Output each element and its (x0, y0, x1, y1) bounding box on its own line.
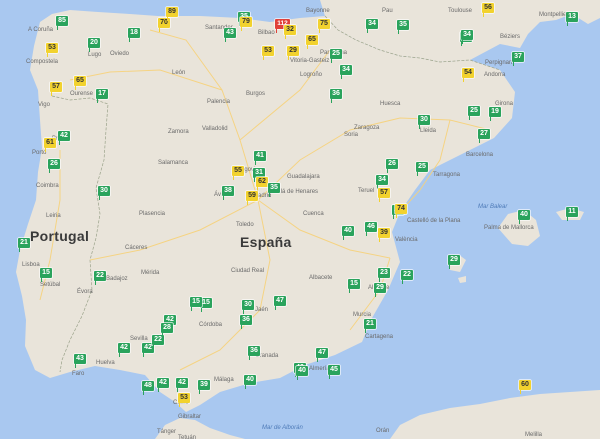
air-quality-marker[interactable]: 22 (94, 271, 106, 285)
air-quality-marker[interactable]: 35 (268, 183, 280, 197)
air-quality-marker[interactable]: 57 (50, 82, 62, 96)
air-quality-marker[interactable]: 18 (128, 28, 140, 42)
air-quality-marker[interactable]: 21 (364, 319, 376, 333)
air-quality-marker[interactable]: 19 (489, 107, 501, 121)
air-quality-marker[interactable]: 42 (118, 343, 130, 357)
air-quality-marker[interactable]: 75 (318, 19, 330, 33)
air-quality-marker[interactable]: 79 (240, 17, 252, 31)
air-quality-marker[interactable]: 34 (340, 65, 352, 79)
air-quality-marker[interactable]: 38 (222, 186, 234, 200)
air-quality-marker[interactable]: 40 (244, 375, 256, 389)
air-quality-marker[interactable]: 23 (378, 268, 390, 282)
air-quality-marker[interactable]: 45 (328, 365, 340, 379)
air-quality-marker[interactable]: 89 (166, 7, 178, 21)
air-quality-marker[interactable]: 26 (48, 159, 60, 173)
air-quality-marker[interactable]: 53 (178, 393, 190, 407)
air-quality-marker[interactable]: 26 (386, 159, 398, 173)
air-quality-marker[interactable]: 47 (316, 348, 328, 362)
air-quality-marker[interactable]: 17 (96, 89, 108, 103)
air-quality-marker[interactable]: 15 (40, 268, 52, 282)
air-quality-marker[interactable]: 60 (519, 380, 531, 394)
air-quality-marker[interactable]: 42 (157, 378, 169, 392)
map-view[interactable]: España Portugal A Coruña Lugo Compostela Ou… (0, 0, 600, 439)
air-quality-marker[interactable]: 59 (246, 191, 258, 205)
air-quality-marker[interactable]: 56 (482, 3, 494, 17)
air-quality-marker[interactable]: 37 (512, 52, 524, 66)
air-quality-marker[interactable]: 13 (566, 12, 578, 26)
air-quality-marker[interactable]: 35 (397, 20, 409, 34)
air-quality-marker[interactable]: 53 (46, 43, 58, 57)
air-quality-marker[interactable]: 25 (330, 49, 342, 63)
air-quality-marker[interactable]: 25 (468, 106, 480, 120)
air-quality-marker[interactable]: 46 (365, 222, 377, 236)
air-quality-marker[interactable]: 62 (256, 177, 268, 191)
air-quality-marker[interactable]: 40 (518, 210, 530, 224)
air-quality-marker[interactable]: 15 (190, 297, 202, 311)
air-quality-marker[interactable]: 57 (378, 188, 390, 202)
air-quality-marker[interactable]: 42 (58, 131, 70, 145)
air-quality-marker[interactable]: 15 (348, 279, 360, 293)
air-quality-marker[interactable]: 30 (242, 300, 254, 314)
air-quality-marker[interactable]: 25 (416, 162, 428, 176)
air-quality-marker[interactable]: 54 (462, 68, 474, 82)
air-quality-marker[interactable]: 74 (395, 204, 407, 218)
air-quality-marker[interactable]: 20 (88, 38, 100, 52)
air-quality-marker[interactable]: 43 (74, 354, 86, 368)
air-quality-marker[interactable]: 30 (98, 186, 110, 200)
air-quality-marker[interactable]: 29 (448, 255, 460, 269)
air-quality-marker[interactable]: 41 (254, 151, 266, 165)
air-quality-marker[interactable]: 39 (378, 228, 390, 242)
air-quality-marker[interactable]: 43 (224, 28, 236, 42)
air-quality-marker[interactable]: 40 (342, 226, 354, 240)
air-quality-marker[interactable]: 36 (330, 89, 342, 103)
air-quality-marker[interactable]: 21 (18, 238, 30, 252)
air-quality-marker[interactable]: 30 (418, 115, 430, 129)
air-quality-marker[interactable]: 85 (56, 16, 68, 30)
air-quality-marker[interactable]: 40 (296, 366, 308, 380)
air-quality-marker[interactable]: 39 (198, 380, 210, 394)
air-quality-marker[interactable]: 36 (248, 346, 260, 360)
air-quality-marker[interactable]: 70 (158, 18, 170, 32)
air-quality-marker[interactable]: 27 (478, 129, 490, 143)
air-quality-marker[interactable]: 53 (262, 46, 274, 60)
air-quality-marker[interactable]: 36 (240, 315, 252, 329)
air-quality-marker[interactable]: 48 (142, 381, 154, 395)
air-quality-marker[interactable]: 28 (161, 323, 173, 337)
air-quality-marker[interactable]: 34 (366, 19, 378, 33)
air-quality-marker[interactable]: 11 (566, 207, 578, 221)
air-quality-marker[interactable]: 32 (284, 25, 296, 39)
air-quality-marker[interactable]: 34 (461, 30, 473, 44)
air-quality-marker[interactable]: 29 (287, 46, 299, 60)
air-quality-marker[interactable]: 55 (232, 166, 244, 180)
air-quality-marker[interactable]: 29 (374, 283, 386, 297)
air-quality-marker[interactable]: 65 (306, 35, 318, 49)
air-quality-marker[interactable]: 42 (176, 378, 188, 392)
air-quality-marker[interactable]: 65 (74, 76, 86, 90)
air-quality-marker[interactable]: 61 (44, 138, 56, 152)
air-quality-marker[interactable]: 34 (376, 175, 388, 189)
air-quality-marker[interactable]: 22 (401, 270, 413, 284)
air-quality-marker[interactable]: 47 (274, 296, 286, 310)
